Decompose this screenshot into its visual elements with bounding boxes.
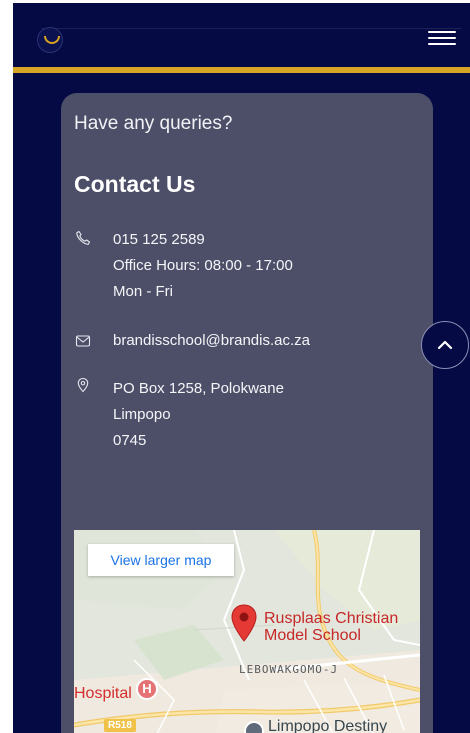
location-pin-icon [77, 377, 89, 393]
office-hours: Office Hours: 08:00 - 17:00 [113, 257, 293, 274]
school-label-line-2: Model School [264, 627, 361, 644]
gold-accent-bar [13, 67, 470, 73]
postal-address: PO Box 1258, Polokwane Limpopo 0745 [113, 376, 284, 454]
phone-number[interactable]: 015 125 2589 [113, 227, 293, 253]
area-map-label: LEBOWAKGOMO-J [239, 663, 339, 676]
phone-icon [76, 230, 91, 245]
chevron-up-icon [437, 340, 453, 350]
top-navigation-bar [13, 3, 470, 67]
hamburger-menu-icon[interactable] [428, 29, 456, 47]
embedded-map[interactable]: View larger map Rusplaas Christian Model… [74, 530, 420, 733]
email-address[interactable]: brandisschool@brandis.ac.za [113, 328, 310, 354]
school-map-label: Rusplaas Christian Model School [264, 610, 398, 644]
phone-details: 015 125 2589 Office Hours: 08:00 - 17:00… [113, 227, 293, 305]
hospital-icon[interactable]: H [136, 678, 158, 700]
hospital-map-label: Hospital [74, 685, 132, 702]
road-shield-label: R518 [104, 719, 136, 732]
school-crest-logo[interactable] [37, 27, 63, 53]
office-days: Mon - Fri [113, 283, 173, 300]
school-label-line-1: Rusplaas Christian [264, 610, 399, 627]
contact-card: Have any queries? Contact Us 015 125 258… [61, 93, 433, 733]
address-line-2: Limpopo [113, 406, 171, 423]
mail-icon [75, 335, 91, 347]
logo-emblem-icon [44, 36, 60, 44]
page-viewport: Have any queries? Contact Us 015 125 258… [13, 3, 470, 733]
map-pin-icon[interactable] [230, 603, 258, 643]
queries-intro: Have any queries? [74, 113, 233, 134]
address-line-1: PO Box 1258, Polokwane [113, 380, 284, 397]
address-line-3: 0745 [113, 432, 147, 449]
header-divider [41, 28, 461, 29]
email-details: brandisschool@brandis.ac.za [113, 328, 310, 354]
view-larger-map-button[interactable]: View larger map [88, 544, 234, 576]
destination-map-label: Limpopo Destiny [268, 718, 388, 733]
scroll-to-top-button[interactable] [421, 321, 469, 369]
contact-heading: Contact Us [74, 171, 196, 197]
